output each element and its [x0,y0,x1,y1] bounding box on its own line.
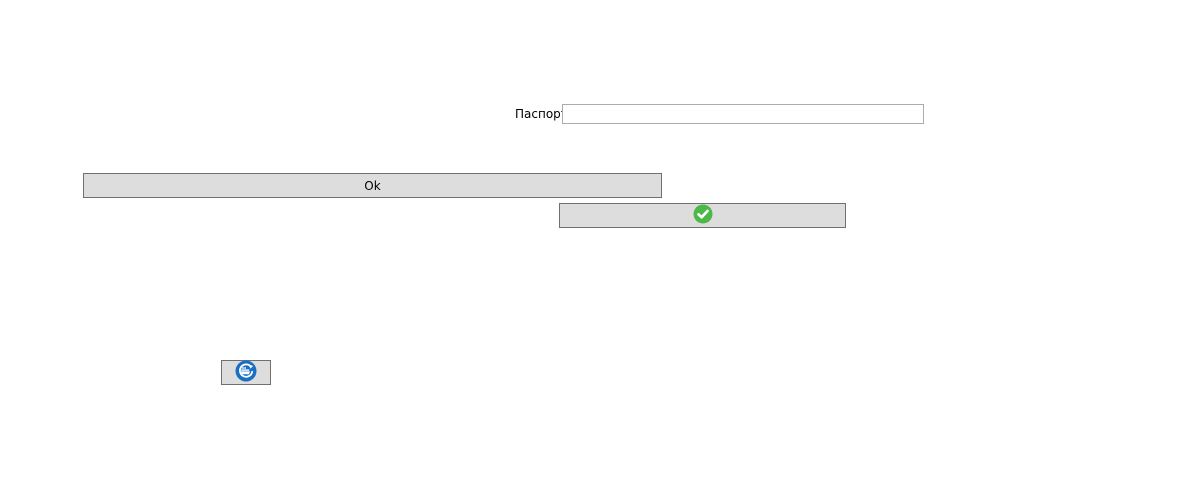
passport-input[interactable] [562,104,924,124]
check-circle-icon [693,204,713,227]
ok-button-label: Ok [364,178,381,193]
ship-refresh-icon [235,360,257,385]
ok-button[interactable]: Ok [83,173,662,198]
ship-refresh-button[interactable] [221,360,271,385]
confirm-button[interactable] [559,203,846,228]
passport-label: Паспорт [515,107,568,121]
